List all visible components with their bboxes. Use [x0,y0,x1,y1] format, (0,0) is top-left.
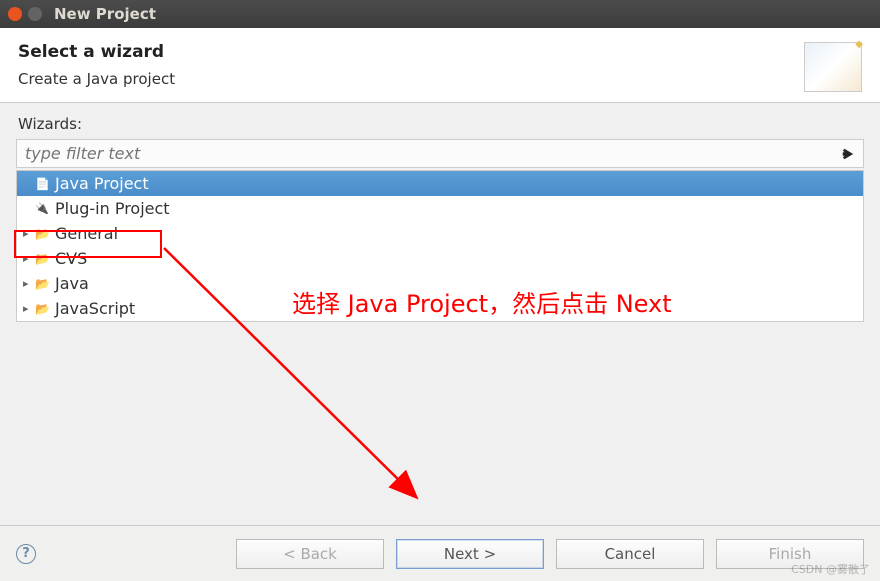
wizard-icon [804,42,862,92]
window-controls [8,7,42,21]
tree-item-label: Java Project [55,174,149,193]
tree-item-label: General [55,224,118,243]
tree-item-label: JavaScript [55,299,135,318]
header-text: Select a wizard Create a Java project [18,42,175,88]
tree-item-label: CVS [55,249,87,268]
content-area: Wizards: Java Project Plug-in Project ▸ … [0,103,880,334]
next-button[interactable]: Next > [396,539,544,569]
chevron-right-icon[interactable]: ▸ [23,277,31,290]
clear-filter-icon[interactable] [841,147,855,161]
titlebar: New Project [0,0,880,28]
folder-icon [35,252,51,266]
folder-icon [35,227,51,241]
window-title: New Project [54,5,156,23]
project-icon [35,177,51,191]
header-title: Select a wizard [18,42,175,62]
tree-item-general[interactable]: ▸ General [17,221,863,246]
tree-item-javascript[interactable]: ▸ JavaScript [17,296,863,321]
folder-icon [35,302,51,316]
help-icon[interactable]: ? [16,544,36,564]
tree-item-cvs[interactable]: ▸ CVS [17,246,863,271]
folder-icon [35,277,51,291]
filter-row [16,139,864,168]
chevron-right-icon[interactable]: ▸ [23,252,31,265]
close-icon[interactable] [8,7,22,21]
watermark: CSDN @雾散了 [791,561,870,577]
dialog-header: Select a wizard Create a Java project [0,28,880,103]
tree-item-label: Java [55,274,89,293]
minimize-icon[interactable] [28,7,42,21]
tree-item-label: Plug-in Project [55,199,170,218]
wizards-label: Wizards: [16,115,864,133]
plugin-icon [35,202,51,216]
filter-input[interactable] [25,144,841,163]
chevron-right-icon[interactable]: ▸ [23,302,31,315]
tree-item-java-project[interactable]: Java Project [17,171,863,196]
chevron-right-icon[interactable]: ▸ [23,227,31,240]
header-subtitle: Create a Java project [18,70,175,88]
tree-item-plugin-project[interactable]: Plug-in Project [17,196,863,221]
back-button[interactable]: < Back [236,539,384,569]
wizard-tree: Java Project Plug-in Project ▸ General ▸… [16,170,864,322]
cancel-button[interactable]: Cancel [556,539,704,569]
dialog-footer: ? < Back Next > Cancel Finish [0,525,880,581]
tree-item-java[interactable]: ▸ Java [17,271,863,296]
